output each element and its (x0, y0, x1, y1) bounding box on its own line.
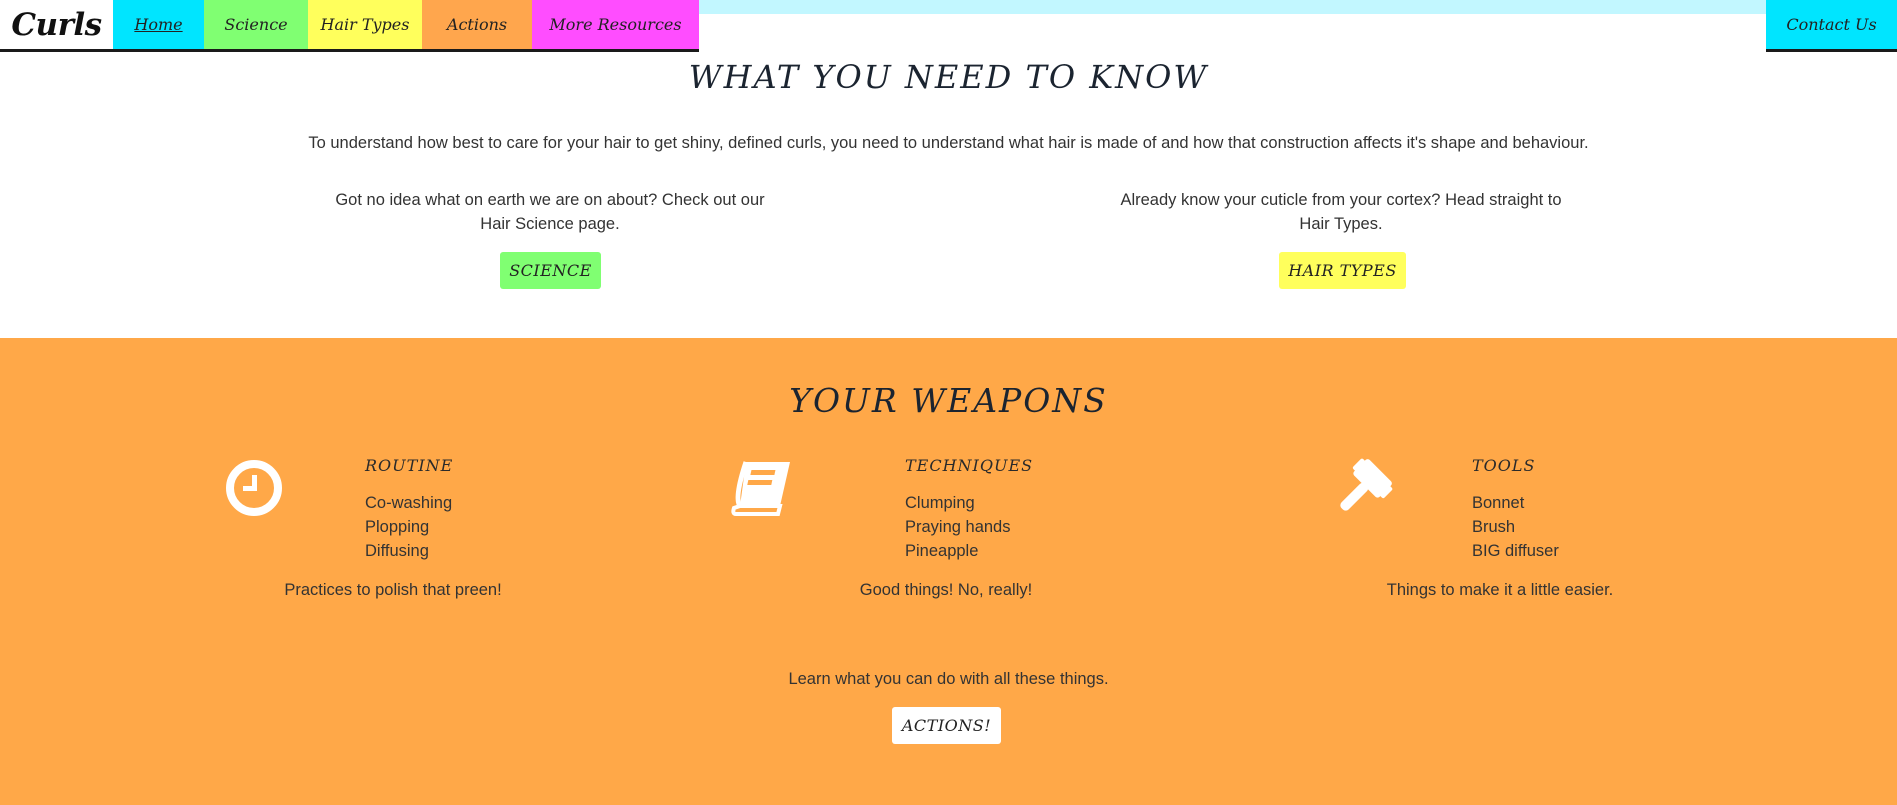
techniques-caption: Good things! No, really! (859, 581, 1033, 599)
hair-types-button[interactable]: HAIR TYPES (1279, 252, 1406, 289)
list-item: Bonnet (1472, 494, 1525, 512)
tools-title: TOOLS (1472, 456, 1536, 475)
list-item: BIG diffuser (1472, 542, 1559, 560)
list-item: Clumping (905, 494, 975, 512)
techniques-title: TECHNIQUES (905, 456, 1034, 475)
nav-home[interactable]: Home (113, 0, 204, 49)
tools-caption: Things to make it a little easier. (1386, 581, 1614, 599)
book-icon (730, 458, 794, 523)
know-intro: To understand how best to care for your … (308, 134, 1589, 152)
list-item: Pineapple (905, 542, 979, 560)
know-right-text: Already know your cuticle from your cort… (1120, 191, 1562, 233)
list-item: Diffusing (365, 542, 429, 560)
know-title: WHAT YOU NEED TO KNOW (688, 58, 1209, 96)
routine-caption: Practices to polish that preen! (284, 581, 502, 599)
nav-contact-us[interactable]: Contact Us (1766, 0, 1897, 52)
weapons-section: YOUR WEAPONS ROUTINE Co-washing Plopping… (0, 338, 1897, 805)
techniques-list: Clumping Praying hands Pineapple (905, 491, 1011, 563)
brand-logo[interactable]: Curls (0, 0, 113, 49)
brand-text: Curls (11, 6, 102, 43)
actions-button[interactable]: ACTIONS! (892, 707, 1001, 744)
nav-science[interactable]: Science (204, 0, 308, 49)
nav-more-resources[interactable]: More Resources (532, 0, 699, 49)
routine-list: Co-washing Plopping Diffusing (365, 491, 452, 563)
learn-text: Learn what you can do with all these thi… (788, 670, 1109, 688)
list-item: Plopping (365, 518, 430, 536)
gavel-icon (1328, 455, 1396, 528)
list-item: Co-washing (365, 494, 453, 512)
tools-list: Bonnet Brush BIG diffuser (1472, 491, 1559, 563)
main-nav: Curls Home Science Hair Types Actions Mo… (0, 0, 699, 52)
list-item: Brush (1472, 518, 1516, 536)
weapons-title: YOUR WEAPONS (789, 381, 1108, 420)
clock-icon (225, 459, 283, 522)
list-item: Praying hands (905, 518, 1011, 536)
science-button[interactable]: SCIENCE (500, 252, 601, 289)
routine-title: ROUTINE (365, 456, 454, 475)
nav-actions[interactable]: Actions (422, 0, 532, 49)
know-left-text: Got no idea what on earth we are on abou… (335, 191, 765, 233)
nav-hair-types[interactable]: Hair Types (308, 0, 422, 49)
